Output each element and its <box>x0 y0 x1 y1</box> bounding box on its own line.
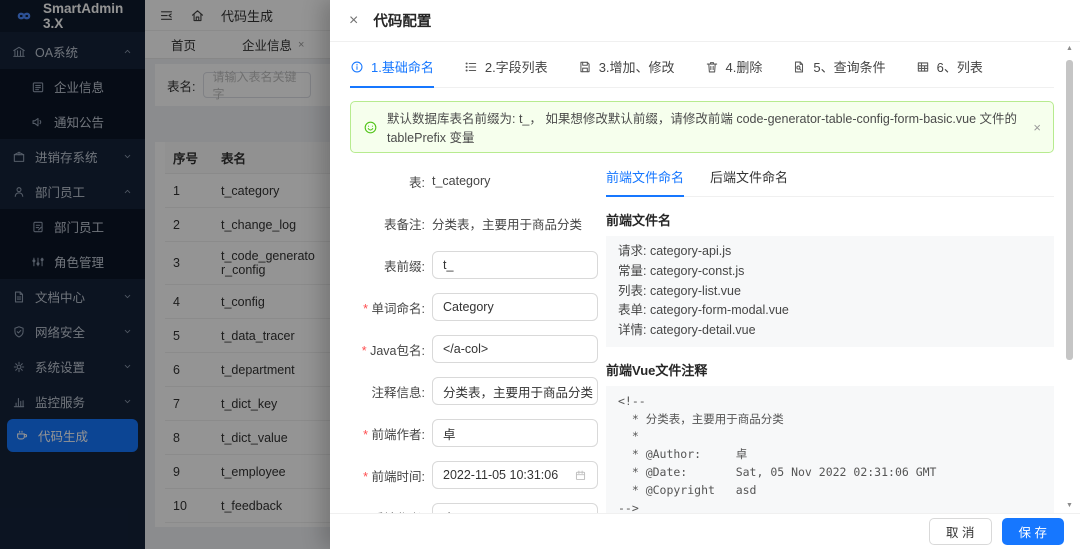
basic-naming-form: 表:t_category表备注:分类表，主要用于商品分类表前缀:t_单词命名:C… <box>350 167 598 513</box>
save-icon <box>578 60 592 74</box>
app-root: SmartAdmin 3.X OA系统 企业信息 通知公告 进销存系统 部门员工 部门员工… <box>0 0 1080 549</box>
frontend-time-input[interactable]: 2022-11-05 10:31:06 <box>432 461 598 489</box>
file-search-icon <box>792 60 806 74</box>
prefix-alert: 默认数据库表名前缀为: t_， 如果想修改默认前缀，请修改前端 code-gen… <box>350 101 1054 153</box>
field-label: 前端作者: <box>350 424 425 443</box>
table-icon <box>916 60 930 74</box>
tab-basic-naming[interactable]: 1.基础命名 <box>350 57 434 88</box>
config-tab-label: 6、列表 <box>936 60 983 75</box>
field-label: 表: <box>409 175 425 190</box>
section-title-frontend-vue-comment: 前端Vue文件注释 <box>606 362 708 378</box>
table-prefix-input[interactable]: t_ <box>432 251 598 279</box>
form-row-frontend-author: 前端作者: 卓 <box>350 419 598 447</box>
tab-add-edit[interactable]: 3.增加、修改 <box>578 57 675 87</box>
config-tab-label: 5、查询条件 <box>813 60 886 75</box>
config-tabs: 1.基础命名 2.字段列表 3.增加、修改 4.删除 5、查询条件 6、列表 <box>350 42 1054 88</box>
naming-tab-frontend-file-naming[interactable]: 前端文件命名 <box>606 167 685 197</box>
drawer-footer: 取 消 保 存 <box>330 513 1080 549</box>
table-remark-value: 分类表，主要用于商品分类 <box>432 217 583 232</box>
config-tab-label: 4.删除 <box>725 60 763 75</box>
field-label: 表前缀: <box>384 259 425 274</box>
scroll-up-icon[interactable]: ▲ <box>1065 44 1074 54</box>
save-button[interactable]: 保 存 <box>1001 518 1064 545</box>
smile-icon <box>363 120 378 135</box>
form-row-java-package: Java包名: </a-col> <box>350 335 598 363</box>
field-label: 后端作者: <box>350 508 425 514</box>
tab-delete[interactable]: 4.删除 <box>705 57 763 87</box>
alert-close-icon[interactable]: × <box>1033 120 1041 135</box>
form-row-frontend-time: 前端时间: 2022-11-05 10:31:06 <box>350 461 598 489</box>
drawer-body: 1.基础命名 2.字段列表 3.增加、修改 4.删除 5、查询条件 6、列表 默认数据库表… <box>330 42 1080 513</box>
file-naming-panel: 前端文件命名 后端文件命名 前端文件名请求: category-api.js 常量:… <box>606 167 1054 513</box>
backend-author-input[interactable]: 卓 <box>432 503 598 513</box>
drawer-scrollbar[interactable]: ▲ ▼ <box>1065 44 1074 511</box>
field-label: 单词命名: <box>350 298 425 317</box>
drawer-header: × 代码配置 <box>330 0 1080 42</box>
form-row-backend-author: 后端作者: 卓 <box>350 503 598 513</box>
naming-tab-backend-file-naming[interactable]: 后端文件命名 <box>710 167 788 196</box>
cancel-button[interactable]: 取 消 <box>929 518 992 545</box>
table-name-value: t_category <box>432 174 491 188</box>
frontend-file-names-box: 请求: category-api.js 常量: category-const.js… <box>606 236 1054 347</box>
section-title-frontend-file-names: 前端文件名 <box>606 213 672 228</box>
code-config-drawer: × 代码配置 1.基础命名 2.字段列表 3.增加、修改 4.删除 5、查询条件 6、列表… <box>330 0 1080 549</box>
word-naming-input[interactable]: Category <box>432 293 598 321</box>
close-icon[interactable]: × <box>349 12 358 29</box>
frontend-vue-comment-code: <!-- * 分类表，主要用于商品分类 * * @Author: 卓 * @Da… <box>606 385 1054 513</box>
tab-list[interactable]: 6、列表 <box>916 57 983 87</box>
scrollbar-thumb[interactable] <box>1066 60 1073 360</box>
form-row-word-naming: 单词命名: Category <box>350 293 598 321</box>
form-row-comment-info: 注释信息: 分类表，主要用于商品分类 <box>350 377 598 405</box>
file-name-line: 列表: category-list.vue <box>618 283 741 298</box>
delete-icon <box>705 60 719 74</box>
file-name-line: 详情: category-detail.vue <box>618 323 756 337</box>
field-label: Java包名: <box>350 340 425 359</box>
config-tab-label: 3.增加、修改 <box>598 60 675 75</box>
naming-tabs: 前端文件命名 后端文件命名 <box>606 167 1054 197</box>
form-row-table-prefix: 表前缀: t_ <box>350 251 598 279</box>
drawer-title: 代码配置 <box>373 14 432 30</box>
field-label: 表备注: <box>384 217 425 232</box>
calendar-icon <box>574 469 587 482</box>
file-name-line: 表单: category-form-modal.vue <box>618 303 789 318</box>
frontend-author-input[interactable]: 卓 <box>432 419 598 447</box>
info-circle-icon <box>350 60 364 74</box>
java-package-input[interactable]: </a-col> <box>432 335 598 363</box>
file-name-line: 请求: category-api.js <box>618 244 732 258</box>
form-row-table-name: 表: t_category <box>350 167 598 195</box>
config-tab-label: 1.基础命名 <box>371 60 434 75</box>
comment-info-input[interactable]: 分类表，主要用于商品分类 <box>432 377 598 405</box>
field-label: 注释信息: <box>371 385 425 400</box>
tab-query-condition[interactable]: 5、查询条件 <box>792 57 886 87</box>
form-row-table-remark: 表备注: 分类表，主要用于商品分类 <box>350 209 598 237</box>
config-tab-label: 2.字段列表 <box>484 60 548 75</box>
scroll-down-icon[interactable]: ▼ <box>1065 501 1074 511</box>
field-label: 前端时间: <box>350 466 425 485</box>
file-name-line: 常量: category-const.js <box>618 263 745 278</box>
list-icon <box>464 60 478 74</box>
alert-text: 默认数据库表名前缀为: t_， 如果想修改默认前缀，请修改前端 code-gen… <box>387 112 1017 145</box>
tab-field-list[interactable]: 2.字段列表 <box>464 57 548 87</box>
